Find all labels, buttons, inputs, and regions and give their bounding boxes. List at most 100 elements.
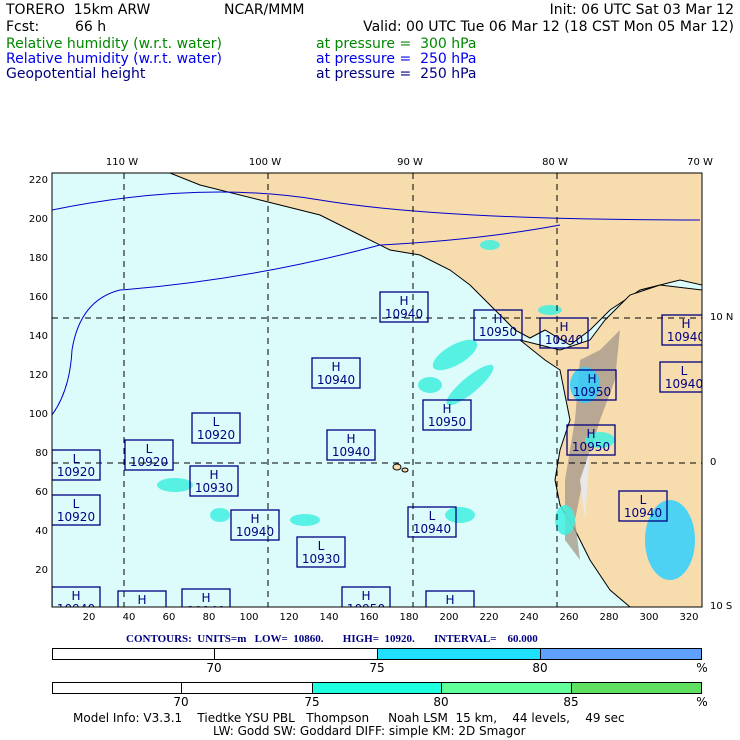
legend-seg xyxy=(182,683,313,693)
center-type: L xyxy=(640,493,647,507)
center-value: 10940 xyxy=(667,330,705,344)
center-value: 10950 xyxy=(572,440,610,454)
center-type: H xyxy=(201,591,210,605)
legend-seg xyxy=(442,683,572,693)
center-type: H xyxy=(71,589,80,603)
bottom-axis-label: 240 xyxy=(519,612,539,623)
center-type: H xyxy=(442,402,451,416)
center-value: 10930 xyxy=(302,552,340,566)
contour-info: CONTOURS: UNITS=m LOW= 10860. HIGH= 1092… xyxy=(126,633,538,645)
bottom-axis-label: 300 xyxy=(639,612,659,623)
top-axis-label: 100 W xyxy=(248,157,282,168)
legend1-label: 75 xyxy=(369,661,385,675)
center-type: L xyxy=(146,442,153,456)
legend-seg xyxy=(53,683,182,693)
left-axis-label: 120 xyxy=(28,370,48,381)
bottom-axis-label: 180 xyxy=(399,612,419,623)
legend2-label: 75 xyxy=(304,695,320,709)
left-axis-label: 60 xyxy=(35,487,48,498)
center-value: 10920 xyxy=(130,455,168,469)
center-value: 10940 xyxy=(385,307,423,321)
center-value: 10920 xyxy=(57,510,95,524)
legend-seg xyxy=(313,683,442,693)
center-type: H xyxy=(137,593,146,607)
right-axis-label: 0 xyxy=(710,457,717,468)
left-axis-label: 160 xyxy=(28,292,48,303)
left-axis-label: 200 xyxy=(28,214,48,225)
center-type: L xyxy=(73,452,80,466)
center-value: 10950 xyxy=(428,415,466,429)
center-value: 10950 xyxy=(479,325,517,339)
center-type: H xyxy=(586,427,595,441)
center-type: H xyxy=(361,589,370,603)
center-value: 10940 xyxy=(665,377,703,391)
model-info-line1: Model Info: V3.3.1 Tiedtke YSU PBL Thomp… xyxy=(73,711,625,725)
legend1-unit: % xyxy=(696,661,708,675)
center-type: H xyxy=(445,593,454,607)
center-type: H xyxy=(681,317,690,331)
model-info-line2: LW: Godd SW: Goddard DIFF: simple KM: 2D… xyxy=(213,724,526,738)
right-axis-label: 10 S xyxy=(710,601,733,612)
left-axis-label: 100 xyxy=(28,409,48,420)
bottom-axis-label: 160 xyxy=(359,612,379,623)
bottom-axis-label: 60 xyxy=(162,612,176,623)
center-value: 10940 xyxy=(624,506,662,520)
left-axis-label: 140 xyxy=(28,331,48,342)
top-axis-label: 110 W xyxy=(105,157,139,168)
center-value: 10940 xyxy=(545,333,583,347)
legend-bar-250hpa xyxy=(52,648,702,660)
legend2-label: 85 xyxy=(563,695,579,709)
center-type: H xyxy=(587,372,596,386)
legend-seg xyxy=(53,649,215,659)
right-axis-label: 10 N xyxy=(710,312,734,323)
left-axis-label: 40 xyxy=(35,526,48,537)
center-value: 10930 xyxy=(195,481,233,495)
bottom-axis-label: 120 xyxy=(279,612,299,623)
center-type: H xyxy=(399,294,408,308)
legend-seg xyxy=(572,683,701,693)
center-value: 10940 xyxy=(236,525,274,539)
bottom-axis-label: 320 xyxy=(679,612,699,623)
bottom-axis-label: 140 xyxy=(319,612,339,623)
bottom-axis-label: 20 xyxy=(82,612,96,623)
center-type: L xyxy=(213,415,220,429)
center-type: H xyxy=(559,320,568,334)
legend2-label: 70 xyxy=(173,695,189,709)
center-type: L xyxy=(73,497,80,511)
top-axis-label: 90 W xyxy=(397,157,423,168)
bottom-axis-label: 260 xyxy=(559,612,579,623)
left-axis-label: 180 xyxy=(28,253,48,264)
center-value: 10940 xyxy=(413,522,451,536)
bottom-axis-label: 200 xyxy=(439,612,459,623)
left-axis-label: 80 xyxy=(35,448,48,459)
center-type: L xyxy=(318,539,325,553)
legend1-label: 80 xyxy=(532,661,548,675)
center-type: H xyxy=(331,360,340,374)
bottom-axis-label: 80 xyxy=(202,612,216,623)
center-type: L xyxy=(429,509,436,523)
center-type: H xyxy=(250,512,259,526)
legend-seg xyxy=(378,649,541,659)
left-axis-label: 220 xyxy=(28,175,48,186)
legend2-unit: % xyxy=(696,695,708,709)
center-type: H xyxy=(346,432,355,446)
weather-map: H10940 H10950 H10940H10940H10940 H10950L109… xyxy=(51,172,705,608)
center-value: 10920 xyxy=(197,428,235,442)
bottom-axis-label: 220 xyxy=(479,612,499,623)
legend-seg xyxy=(541,649,701,659)
top-axis-label: 80 W xyxy=(542,157,568,168)
top-axis-label: 70 W xyxy=(687,157,713,168)
center-value: 10920 xyxy=(57,465,95,479)
bottom-axis-label: 280 xyxy=(599,612,619,623)
left-axis-label: 20 xyxy=(35,565,48,576)
legend2-label: 80 xyxy=(433,695,449,709)
legend1-label: 70 xyxy=(206,661,222,675)
center-value: 10940 xyxy=(317,373,355,387)
bottom-axis-label: 40 xyxy=(122,612,136,623)
center-type: H xyxy=(209,468,218,482)
center-value: 10950 xyxy=(573,385,611,399)
center-type: H xyxy=(493,312,502,326)
legend-seg xyxy=(215,649,378,659)
center-type: L xyxy=(681,364,688,378)
center-value: 10940 xyxy=(332,445,370,459)
